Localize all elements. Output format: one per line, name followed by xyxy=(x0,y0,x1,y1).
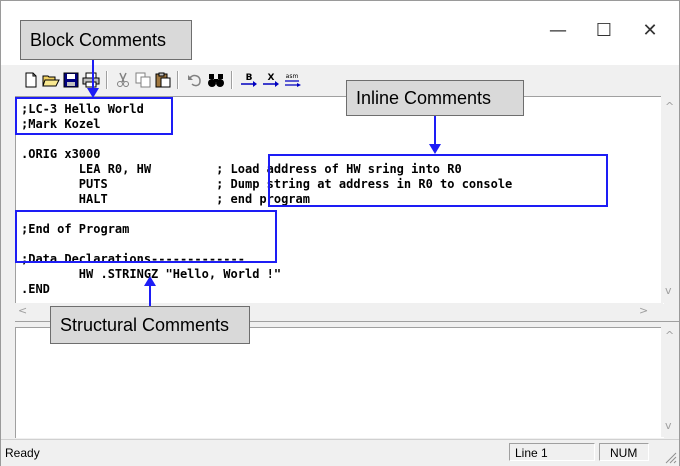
status-bar: Ready Line 1 NUM xyxy=(1,439,679,466)
build-icon: B xyxy=(241,73,257,87)
code-line[interactable]: HW .STRINGZ "Hello, World !" xyxy=(21,267,512,282)
maximize-button[interactable]: ☐ xyxy=(581,15,627,45)
inline-comments-highlight xyxy=(268,154,608,207)
maximize-icon: ☐ xyxy=(595,19,613,41)
toolbar: B X asm xyxy=(13,67,673,95)
structural-comments-arrowhead xyxy=(144,276,156,286)
scissors-icon xyxy=(117,72,129,87)
scroll-up-icon[interactable]: ^ xyxy=(665,329,674,342)
resize-grip-icon[interactable] xyxy=(663,450,677,464)
build-button[interactable]: B xyxy=(239,70,259,90)
line-indicator: Line 1 xyxy=(509,443,595,461)
numlock-indicator: NUM xyxy=(599,443,649,461)
block-comments-highlight xyxy=(15,97,173,135)
svg-text:B: B xyxy=(246,73,253,83)
open-file-button[interactable] xyxy=(41,70,61,90)
paste-button[interactable] xyxy=(153,70,173,90)
minimize-icon: — xyxy=(549,19,567,41)
clipboard-icon xyxy=(155,72,171,88)
open-folder-icon xyxy=(42,75,60,87)
find-button[interactable] xyxy=(206,70,226,90)
structural-comments-arrow xyxy=(149,286,151,306)
assemble-button[interactable]: asm xyxy=(283,70,303,90)
svg-text:X: X xyxy=(268,73,275,83)
block-comments-callout: Block Comments xyxy=(20,20,192,60)
editor-vertical-scrollbar[interactable]: ^ v xyxy=(661,96,679,303)
toolbar-separator xyxy=(231,71,233,89)
toolbar-separator xyxy=(177,71,179,89)
status-text: Ready xyxy=(5,446,40,460)
scroll-right-icon[interactable]: > xyxy=(639,304,648,317)
minimize-button[interactable]: — xyxy=(535,15,581,45)
assemble-icon: asm xyxy=(285,73,301,87)
close-button[interactable]: ✕ xyxy=(627,15,673,45)
undo-button[interactable] xyxy=(184,70,204,90)
inline-comments-arrowhead xyxy=(429,144,441,154)
execute-button[interactable]: X xyxy=(261,70,281,90)
execute-icon: X xyxy=(263,73,279,87)
copy-button[interactable] xyxy=(133,70,153,90)
scroll-down-icon[interactable]: v xyxy=(665,419,672,432)
scroll-down-icon[interactable]: v xyxy=(665,284,672,297)
code-line[interactable]: .END xyxy=(21,282,512,297)
console-vertical-scrollbar[interactable]: ^ v xyxy=(661,327,679,437)
floppy-icon xyxy=(63,72,79,88)
toolbar-separator xyxy=(106,71,108,89)
svg-text:asm: asm xyxy=(286,73,299,80)
structural-comments-callout: Structural Comments xyxy=(50,306,250,344)
scroll-up-icon[interactable]: ^ xyxy=(665,100,674,113)
save-button[interactable] xyxy=(61,70,81,90)
cut-button[interactable] xyxy=(113,70,133,90)
block-comments-arrow xyxy=(92,60,94,88)
copy-icon xyxy=(135,72,151,88)
new-file-button[interactable] xyxy=(21,70,41,90)
undo-icon xyxy=(188,74,201,87)
scroll-left-icon[interactable]: < xyxy=(18,304,27,317)
new-file-icon xyxy=(25,72,37,88)
print-button[interactable] xyxy=(81,70,101,90)
close-icon: ✕ xyxy=(642,19,658,41)
inline-comments-arrow xyxy=(434,116,436,144)
printer-icon xyxy=(82,72,100,88)
structural-comments-highlight xyxy=(15,210,277,263)
binoculars-icon xyxy=(208,74,224,87)
inline-comments-callout: Inline Comments xyxy=(346,80,524,116)
